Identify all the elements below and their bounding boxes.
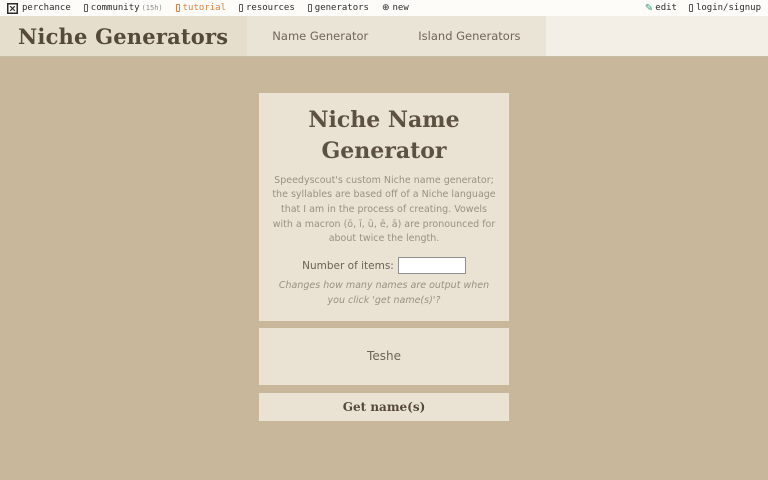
topbar-right: ✎ edit login/signup: [645, 3, 761, 14]
generator-content: Niche Name Generator Speedyscout's custo…: [0, 57, 768, 421]
number-of-items-row: Number of items:: [272, 257, 496, 275]
generator-card: Niche Name Generator Speedyscout's custo…: [259, 93, 509, 321]
resources-label: resources: [246, 3, 295, 13]
perchance-home-link[interactable]: perchance: [7, 2, 71, 14]
get-names-button[interactable]: Get name(s): [259, 392, 509, 421]
topbar: perchance community (15h) tutorial resou…: [0, 0, 768, 16]
plus-circle-icon: ⊕: [381, 3, 390, 13]
number-of-items-label: Number of items:: [302, 259, 394, 272]
community-link[interactable]: community (15h): [83, 3, 163, 13]
community-activity-badge: (15h): [141, 4, 163, 12]
tutorial-link[interactable]: tutorial: [175, 3, 226, 13]
tab-bar: Name Generator Island Generators: [247, 16, 546, 56]
generated-name-text: Teshe: [367, 349, 401, 364]
generator-title: Niche Name Generator: [308, 107, 460, 164]
tab-name-generator[interactable]: Name Generator: [247, 16, 393, 56]
edit-link[interactable]: ✎ edit: [645, 3, 677, 14]
perchance-logo-icon: [7, 2, 18, 14]
pencil-icon: ✎: [644, 2, 654, 14]
community-icon: [83, 4, 88, 12]
resources-icon: [239, 4, 243, 12]
generator-header: Niche Generators Name Generator Island G…: [0, 16, 768, 57]
user-icon: [688, 4, 693, 12]
resources-link[interactable]: resources: [239, 3, 295, 13]
new-label: new: [392, 3, 409, 13]
generators-icon: [307, 4, 312, 12]
generator-description: Speedyscout's custom Niche name generato…: [272, 174, 496, 245]
login-signup-label: login/signup: [695, 3, 761, 13]
generators-link[interactable]: generators: [307, 3, 369, 13]
community-label: community: [90, 3, 140, 13]
generators-label: generators: [314, 3, 369, 13]
page-title: Niche Generators: [0, 16, 248, 56]
edit-label: edit: [655, 3, 677, 13]
generated-name-output: Teshe: [259, 327, 509, 385]
tab-island-generators[interactable]: Island Generators: [393, 16, 545, 56]
login-signup-link[interactable]: login/signup: [688, 3, 761, 13]
tutorial-icon: [175, 4, 180, 12]
tutorial-label: tutorial: [182, 3, 226, 13]
number-of-items-input[interactable]: [397, 257, 466, 275]
new-generator-link[interactable]: ⊕ new: [382, 3, 409, 13]
brand-label: perchance: [22, 3, 71, 13]
items-help-note: Changes how many names are output when y…: [278, 280, 490, 306]
